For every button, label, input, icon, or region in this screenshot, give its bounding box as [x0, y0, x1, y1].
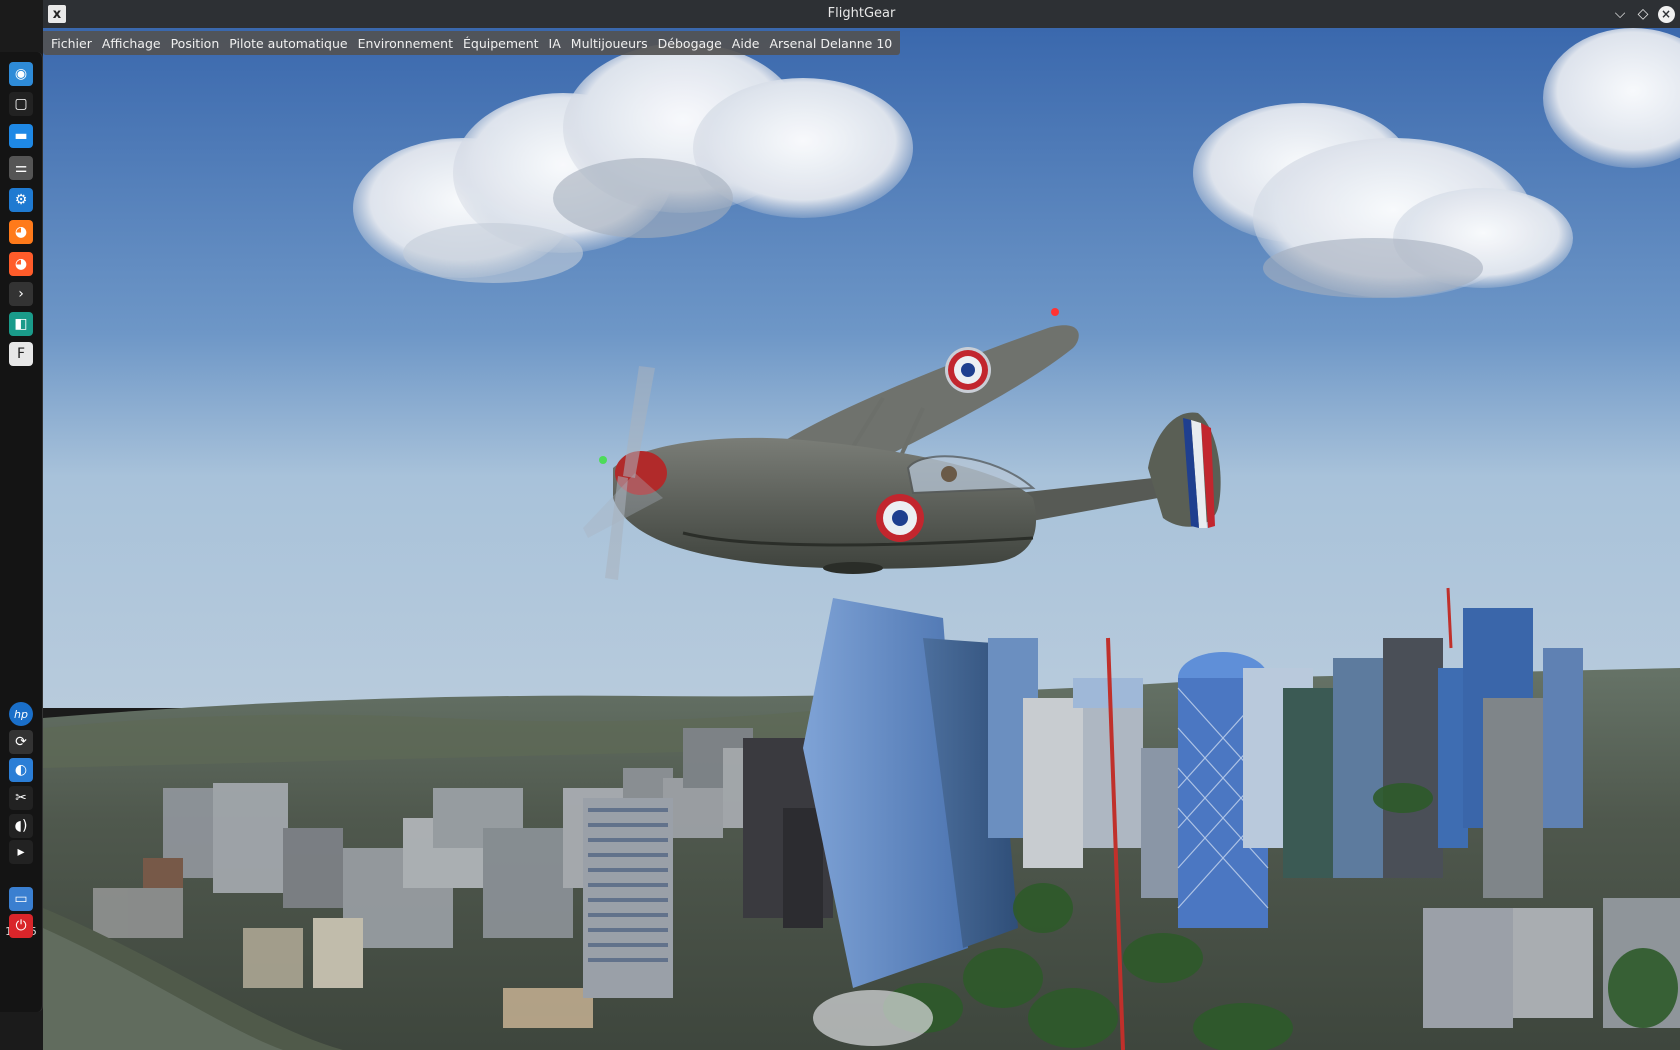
left-dock-panel: 19:15 ◉▢▬⚌⚙◕◕›◧Fhp⟳◐✂◖)▸▭⏻ [0, 52, 43, 1012]
screenshot-icon[interactable]: ◧ [9, 312, 33, 336]
flight-scene-viewport[interactable] [43, 28, 1680, 1050]
settings-icon[interactable]: ⚌ [9, 156, 33, 180]
flightgear-icon[interactable]: F [9, 342, 33, 366]
minimize-button[interactable]: ⌵ [1610, 4, 1630, 24]
menu-debogage[interactable]: Débogage [653, 36, 727, 51]
firefox-alt-icon[interactable]: ◕ [9, 252, 33, 276]
menu-affichage[interactable]: Affichage [97, 36, 166, 51]
close-button[interactable]: × [1656, 4, 1676, 24]
minimize-icon: ⌵ [1614, 6, 1626, 22]
window-title: FlightGear [827, 6, 896, 21]
file-manager-icon[interactable]: ▬ [9, 124, 33, 148]
show-desktop-icon[interactable]: ▢ [9, 92, 33, 116]
scene-render [43, 28, 1680, 1050]
terminal-icon[interactable]: › [9, 282, 33, 306]
flightgear-menubar: Fichier Affichage Position Pilote automatiq… [43, 31, 901, 55]
volume-icon[interactable]: ◖) [9, 814, 33, 838]
system-settings-icon[interactable]: ⚙ [9, 188, 33, 212]
network-icon[interactable]: ◐ [9, 758, 33, 782]
menu-environnement[interactable]: Environnement [353, 36, 458, 51]
expand-tray-icon[interactable]: ▸ [9, 840, 33, 864]
window-titlebar: x FlightGear ⌵ ◇ × [43, 0, 1680, 29]
clipboard-icon[interactable]: ✂ [9, 786, 33, 810]
app-launcher-icon[interactable]: ◉ [9, 62, 33, 86]
power-icon[interactable]: ⏻ [9, 914, 33, 938]
menu-multijoueurs[interactable]: Multijoueurs [566, 36, 653, 51]
maximize-icon: ◇ [1637, 6, 1649, 22]
hp-icon[interactable]: hp [9, 702, 33, 726]
menu-pilote-automatique[interactable]: Pilote automatique [224, 36, 352, 51]
menu-arsenal-delanne-10[interactable]: Arsenal Delanne 10 [764, 36, 897, 51]
lock-screen-icon[interactable]: ▭ [9, 887, 33, 911]
close-icon: × [1657, 5, 1675, 23]
firefox-icon[interactable]: ◕ [9, 220, 33, 244]
menu-position[interactable]: Position [166, 36, 225, 51]
menu-fichier[interactable]: Fichier [46, 36, 97, 51]
updates-icon[interactable]: ⟳ [9, 730, 33, 754]
menu-ia[interactable]: IA [544, 36, 566, 51]
maximize-button[interactable]: ◇ [1633, 4, 1653, 24]
menu-equipement[interactable]: Équipement [458, 36, 544, 51]
menu-aide[interactable]: Aide [727, 36, 765, 51]
